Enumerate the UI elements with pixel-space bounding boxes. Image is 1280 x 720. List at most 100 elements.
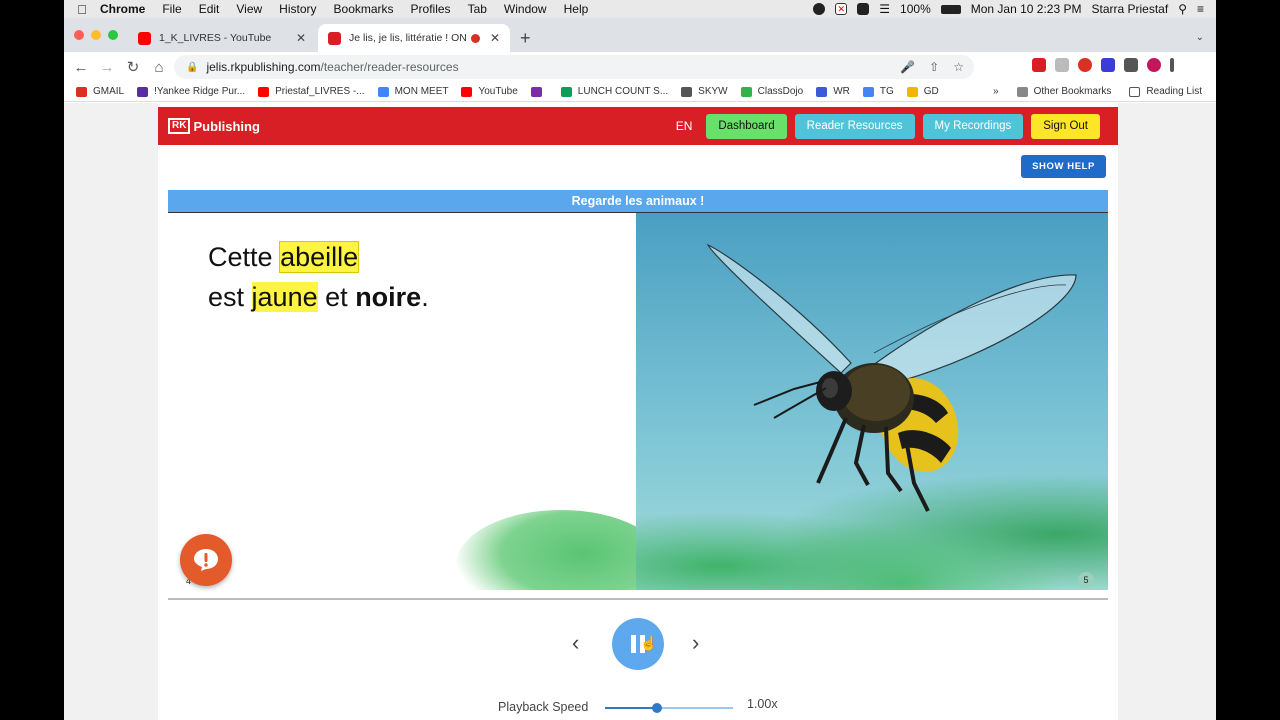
word[interactable]: et [325, 282, 348, 312]
tab-youtube[interactable]: 1_K_LIVRES - YouTube ✕ [128, 24, 316, 52]
menu-bookmarks[interactable]: Bookmarks [334, 2, 394, 16]
lock-icon[interactable]: 🔒 [186, 62, 198, 73]
kebab-menu-icon[interactable] [1170, 58, 1174, 72]
bookmark-lunch-count[interactable]: LUNCH COUNT S... [560, 86, 668, 97]
close-tab-icon[interactable]: ✕ [490, 31, 500, 45]
extension-gray-icon[interactable] [1055, 58, 1069, 72]
wifi-icon[interactable]: ☰ [879, 2, 890, 16]
menu-help[interactable]: Help [564, 2, 589, 16]
language-toggle[interactable]: EN [676, 119, 693, 133]
bookmark-star-icon[interactable]: ☆ [953, 60, 964, 74]
profile-avatar-icon[interactable] [1147, 58, 1161, 72]
translate-icon [862, 86, 874, 97]
bookmark-classdojo[interactable]: ClassDojo [740, 86, 804, 97]
new-tab-button[interactable]: + [520, 28, 531, 49]
previous-page-icon[interactable]: ‹ [572, 630, 579, 656]
pause-icon [631, 635, 636, 653]
seesaw-icon [530, 86, 542, 97]
menu-tab[interactable]: Tab [468, 2, 487, 16]
extension-c-icon[interactable] [1101, 58, 1115, 72]
back-icon[interactable]: ← [68, 59, 94, 76]
battery-icon[interactable] [940, 4, 961, 14]
highlighted-word[interactable]: jaune [251, 282, 318, 312]
forward-icon[interactable]: → [94, 59, 120, 76]
microphone-icon[interactable]: 🎤 [900, 60, 915, 74]
youtube-icon [461, 86, 473, 97]
rk-favicon-icon [328, 31, 341, 45]
reading-list[interactable]: Reading List [1129, 86, 1202, 97]
menu-window[interactable]: Window [504, 2, 547, 16]
reload-icon[interactable]: ↻ [120, 58, 146, 76]
close-tab-icon[interactable]: ✕ [296, 31, 306, 45]
left-page: Cette abeille est jaune et noire. 4 [168, 213, 636, 590]
puzzle-icon[interactable] [1124, 58, 1138, 72]
rk-publishing-logo[interactable]: RK Publishing [168, 118, 260, 134]
bookmark-label: ClassDojo [757, 86, 804, 97]
share-icon[interactable]: ⇧ [929, 60, 939, 74]
record-icon[interactable] [813, 3, 826, 15]
menu-file[interactable]: File [162, 2, 181, 16]
other-bookmarks[interactable]: Other Bookmarks [1016, 86, 1112, 97]
extension-x-icon[interactable]: ✕ [835, 3, 848, 15]
youtube-favicon-icon [138, 31, 151, 45]
address-bar[interactable]: 🔒 jelis.rkpublishing.com/teacher/reader-… [174, 55, 974, 79]
extension-abp-icon[interactable] [1078, 58, 1092, 72]
show-help-button[interactable]: SHOW HELP [1021, 155, 1106, 178]
tab-title: Je lis, je lis, littératie ! ONL [349, 32, 467, 44]
bookmark-gd[interactable]: GD [906, 86, 939, 97]
playback-speed-slider[interactable] [605, 703, 733, 713]
menu-profiles[interactable]: Profiles [411, 2, 451, 16]
bookmark-skyw[interactable]: SKYW [681, 86, 728, 97]
bookmark-label: TG [879, 86, 894, 97]
bookmark-label: GMAIL [93, 86, 125, 97]
home-icon[interactable]: ⌂ [146, 59, 172, 76]
slider-thumb[interactable] [652, 703, 663, 713]
menu-edit[interactable]: Edit [199, 2, 220, 16]
playback-speed-value: 1.00x [747, 697, 778, 711]
word[interactable]: est [208, 282, 244, 312]
close-window-button[interactable] [74, 30, 84, 40]
apple-icon[interactable]:  [64, 2, 100, 17]
tab-search-icon[interactable]: ⌄ [1196, 32, 1204, 43]
wordreference-icon [816, 86, 828, 97]
reader-resources-button[interactable]: Reader Resources [794, 113, 915, 139]
control-center-icon[interactable]: ≡ [1197, 2, 1204, 16]
clock[interactable]: Mon Jan 10 2:23 PM [971, 2, 1082, 16]
menu-history[interactable]: History [279, 2, 316, 16]
bookmark-mon-meet[interactable]: MON MEET [377, 86, 448, 97]
more-bookmarks-icon[interactable]: » [993, 86, 999, 97]
bookmarks-bar: GMAIL !Yankee Ridge Pur... Priestaf_LIVR… [64, 82, 1216, 102]
sign-out-button[interactable]: Sign Out [1031, 113, 1100, 139]
my-recordings-button[interactable]: My Recordings [922, 113, 1024, 139]
highlighted-word[interactable]: abeille [279, 241, 360, 273]
other-bookmarks-label: Other Bookmarks [1033, 86, 1112, 97]
bookmark-tg[interactable]: TG [862, 86, 894, 97]
bookmark-label: GD [923, 86, 939, 97]
zoom-window-button[interactable] [108, 30, 118, 40]
bookmark-gmail[interactable]: GMAIL [76, 86, 124, 97]
bookmark-wr[interactable]: WR [816, 86, 850, 97]
word[interactable]: Cette [208, 242, 273, 272]
bookmark-seesaw[interactable] [530, 86, 548, 97]
tab-jelis[interactable]: Je lis, je lis, littératie ! ONL ✕ [318, 24, 510, 52]
menu-view[interactable]: View [236, 2, 262, 16]
url-host: jelis.rkpublishing.com [206, 60, 321, 74]
user-name[interactable]: Starra Priestaf [1091, 2, 1168, 16]
app-header: RK Publishing EN Dashboard Reader Resour… [158, 107, 1118, 145]
tab-strip: 1_K_LIVRES - YouTube ✕ Je lis, je lis, l… [64, 18, 1216, 52]
extension-red-icon[interactable] [1032, 58, 1046, 72]
menu-app-name[interactable]: Chrome [100, 2, 145, 16]
minimize-window-button[interactable] [91, 30, 101, 40]
bookmark-youtube[interactable]: YouTube [461, 86, 518, 97]
dollar-app-icon[interactable] [857, 3, 870, 15]
dashboard-button[interactable]: Dashboard [706, 113, 787, 139]
book-spread: Cette abeille est jaune et noire. 4 5 [168, 213, 1108, 590]
bookmark-yankee[interactable]: !Yankee Ridge Pur... [137, 86, 245, 97]
bold-word[interactable]: noire [355, 282, 421, 312]
next-page-icon[interactable]: › [692, 630, 699, 656]
spotlight-search-icon[interactable]: ⚲ [1178, 2, 1187, 16]
bookmark-priestaf-livres[interactable]: Priestaf_LIVRES -... [258, 86, 365, 97]
sheets-icon [560, 86, 572, 97]
drive-icon [906, 86, 918, 97]
feedback-button[interactable] [180, 534, 232, 586]
